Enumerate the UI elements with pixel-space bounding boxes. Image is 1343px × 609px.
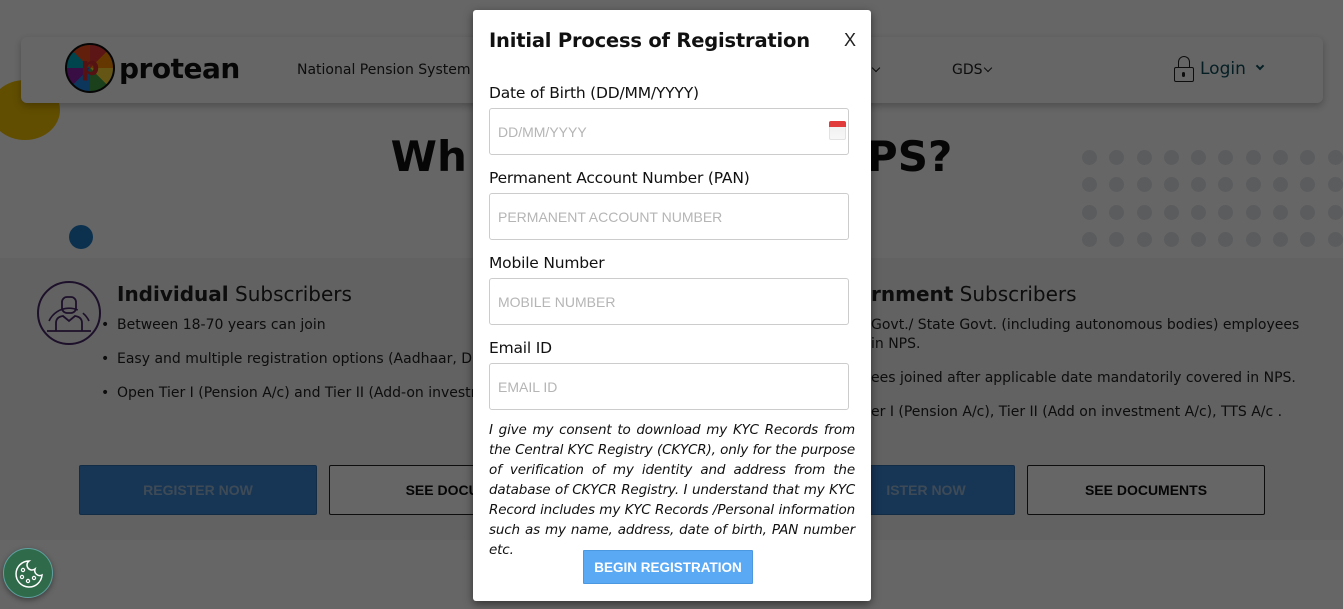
pan-label: Permanent Account Number (PAN)	[489, 169, 750, 187]
cookie-settings-button[interactable]	[3, 548, 53, 598]
pan-input[interactable]	[489, 193, 849, 240]
dob-label: Date of Birth (DD/MM/YYYY)	[489, 84, 699, 102]
begin-registration-button[interactable]: BEGIN REGISTRATION	[583, 550, 753, 584]
kyc-consent-text: I give my consent to download my KYC Rec…	[489, 422, 855, 558]
dob-field-group: Date of Birth (DD/MM/YYYY)	[489, 84, 849, 155]
email-label: Email ID	[489, 339, 552, 357]
close-button[interactable]: X	[844, 30, 856, 51]
pan-field-group: Permanent Account Number (PAN)	[489, 169, 849, 240]
mobile-label: Mobile Number	[489, 254, 605, 272]
registration-modal: Initial Process of Registration X Date o…	[473, 10, 871, 601]
cookie-icon	[15, 560, 43, 588]
dob-input[interactable]	[489, 108, 849, 155]
calendar-icon[interactable]	[829, 121, 846, 140]
mobile-field-group: Mobile Number	[489, 254, 849, 325]
modal-title: Initial Process of Registration	[489, 29, 810, 52]
mobile-input[interactable]	[489, 278, 849, 325]
email-input[interactable]	[489, 363, 849, 410]
email-field-group: Email ID	[489, 339, 849, 410]
